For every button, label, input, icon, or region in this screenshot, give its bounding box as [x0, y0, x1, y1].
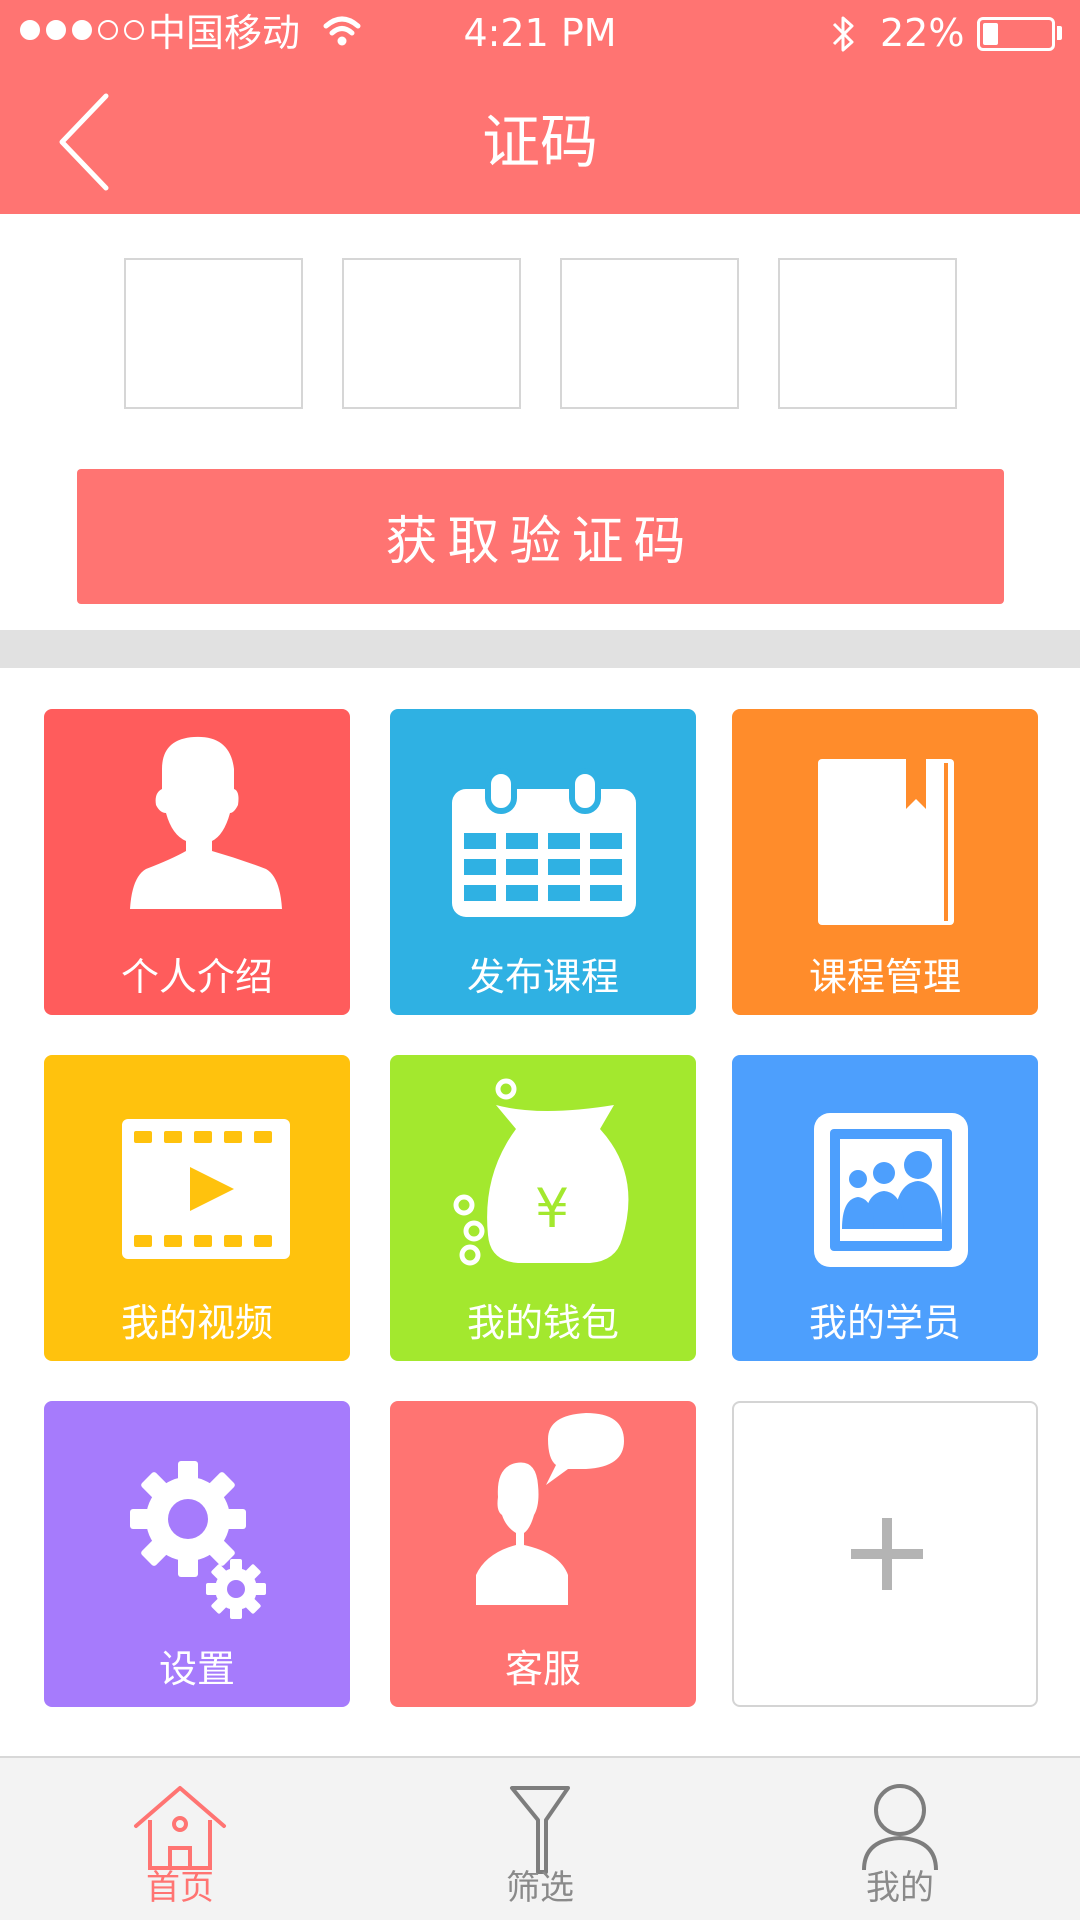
tile-course-management[interactable]: 课程管理: [732, 709, 1038, 1015]
tab-home[interactable]: 首页: [0, 1758, 360, 1920]
book-icon: [818, 759, 954, 925]
code-digit-4[interactable]: [778, 258, 957, 409]
tile-my-videos[interactable]: 我的视频: [44, 1055, 350, 1361]
svg-text:¥: ¥: [535, 1177, 569, 1240]
tile-label: 设置: [158, 1647, 235, 1691]
feature-grid: 个人介绍 发布课程 课程管理 我的视频 ¥ 我的钱包 我的学员 设置 客服: [44, 709, 1038, 1709]
tab-label: 筛选: [506, 1868, 574, 1908]
tile-my-students[interactable]: 我的学员: [732, 1055, 1038, 1361]
tile-label: 我的钱包: [466, 1301, 619, 1345]
tile-label: 个人介绍: [120, 955, 273, 999]
person-icon: [130, 736, 282, 909]
tile-customer-service[interactable]: 客服: [390, 1401, 696, 1707]
customer-service-icon: [476, 1413, 624, 1605]
navigation-bar: 证码: [0, 66, 1080, 214]
battery-level: [983, 23, 998, 45]
battery-tip: [1057, 26, 1062, 40]
bluetooth-icon: [832, 16, 854, 52]
verification-code-inputs: [124, 258, 957, 409]
filter-icon: [510, 1786, 570, 1874]
tile-label: 客服: [504, 1647, 581, 1691]
gear-icon: [130, 1461, 266, 1619]
tile-label: 发布课程: [466, 955, 619, 999]
status-bar: 中国移动 4:21 PM 22%: [0, 0, 1080, 66]
money-bag-icon: ¥: [453, 1078, 629, 1266]
tab-filter[interactable]: 筛选: [360, 1758, 720, 1920]
home-icon: [134, 1786, 226, 1870]
battery-percent: 22%: [880, 11, 965, 55]
tile-label: 我的学员: [808, 1301, 961, 1345]
tile-label: 我的视频: [120, 1301, 273, 1345]
tab-mine[interactable]: 我的: [720, 1758, 1080, 1920]
tile-label: 课程管理: [808, 955, 961, 999]
section-divider: [0, 630, 1080, 668]
tab-label: 首页: [146, 1868, 214, 1908]
tile-personal-intro[interactable]: 个人介绍: [44, 709, 350, 1015]
plus-icon: [851, 1518, 923, 1590]
calendar-icon: [452, 768, 636, 917]
code-digit-1[interactable]: [124, 258, 303, 409]
profile-icon: [862, 1784, 938, 1871]
students-icon: [814, 1113, 968, 1267]
tile-my-wallet[interactable]: ¥ 我的钱包: [390, 1055, 696, 1361]
tile-publish-course[interactable]: 发布课程: [390, 709, 696, 1015]
battery-icon: [977, 17, 1055, 51]
bottom-tab-bar: 首页 筛选 我的: [0, 1756, 1080, 1920]
code-digit-3[interactable]: [560, 258, 739, 409]
code-digit-2[interactable]: [342, 258, 521, 409]
tile-settings[interactable]: 设置: [44, 1401, 350, 1707]
tab-label: 我的: [866, 1868, 934, 1908]
page-title: 证码: [481, 108, 598, 176]
get-verification-code-button[interactable]: 获取验证码: [77, 469, 1004, 604]
film-icon: [122, 1119, 290, 1259]
tile-add[interactable]: [732, 1401, 1038, 1707]
